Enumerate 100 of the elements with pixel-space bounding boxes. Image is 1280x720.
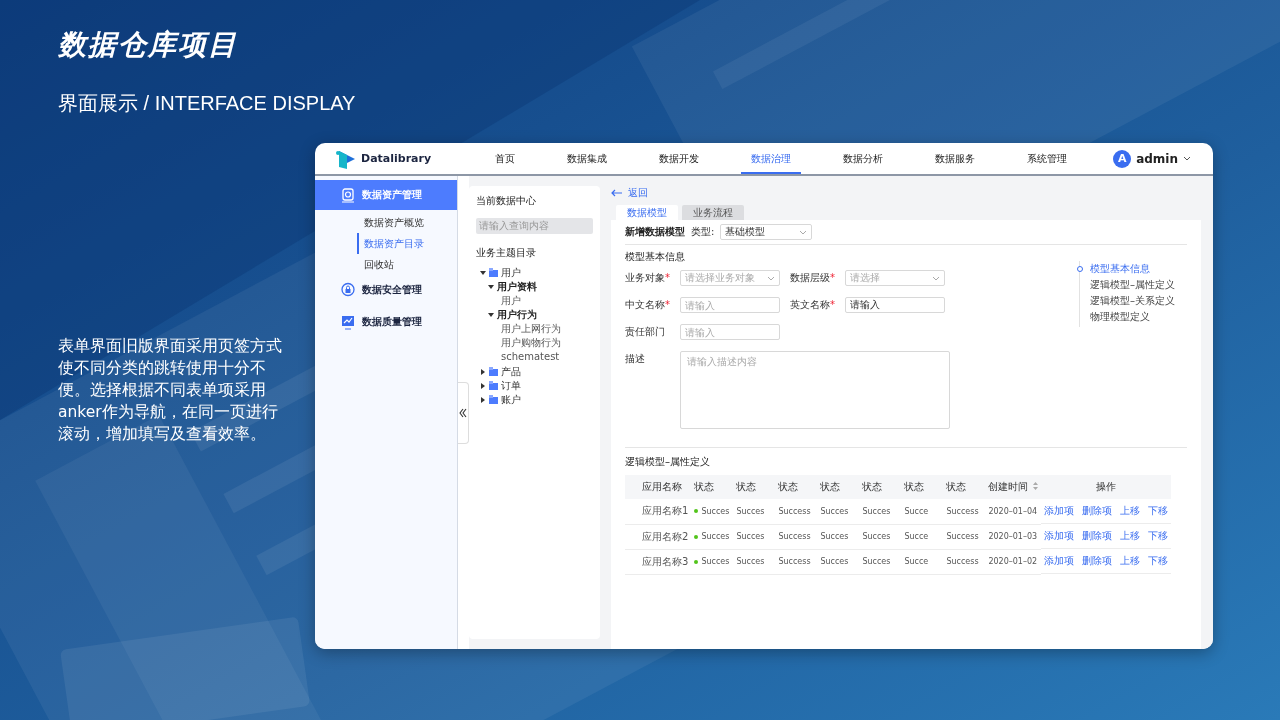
slide-subtitle: 界面展示 / INTERFACE DISPLAY	[58, 91, 356, 116]
sidebar-menu-item[interactable]: 数据资产管理	[315, 180, 457, 210]
nav-tab[interactable]: 数据集成	[557, 143, 617, 174]
sidebar-menu-item[interactable]: 数据安全管理	[315, 275, 457, 305]
column-header: 状态	[901, 475, 944, 499]
field-label: 描述	[625, 352, 646, 366]
table-cell: 2020–01–04	[985, 499, 1042, 524]
chevron-down-icon	[932, 275, 940, 281]
action-link[interactable]: 添加项	[1044, 504, 1075, 518]
table-cell: 应用名称3	[639, 549, 692, 574]
field-label: 中文名称*	[625, 298, 671, 312]
table-cell: Succes	[733, 499, 776, 524]
tree-node[interactable]: 用户	[480, 265, 593, 280]
folder-icon	[489, 381, 498, 390]
user-menu[interactable]: A admin	[1113, 149, 1191, 168]
action-link[interactable]: 添加项	[1044, 529, 1075, 543]
action-link[interactable]: 删除项	[1082, 529, 1113, 543]
anchor-link[interactable]: 物理模型定义	[1080, 311, 1187, 327]
action-link[interactable]: 添加项	[1044, 554, 1075, 568]
column-header: 操作	[1041, 475, 1172, 499]
sidebar-subitem[interactable]: 回收站	[315, 254, 457, 275]
table-cell: Success	[943, 499, 986, 524]
action-link[interactable]: 上移	[1120, 504, 1141, 518]
tree-node[interactable]: 用户上网行为	[496, 321, 593, 336]
table-cell: Succes	[733, 549, 776, 574]
input-field[interactable]: 请输入	[845, 297, 945, 313]
back-link[interactable]: 返回	[611, 186, 648, 200]
action-link[interactable]: 下移	[1148, 554, 1169, 568]
action-link[interactable]: 下移	[1148, 504, 1169, 518]
tree-node[interactable]: schematest	[496, 349, 593, 364]
section-title: 逻辑模型–属性定义	[625, 455, 711, 469]
anchor-link[interactable]: 模型基本信息	[1080, 263, 1187, 279]
table-cell: Succes	[691, 549, 734, 574]
table-cell: Succes	[859, 524, 902, 549]
tree-node[interactable]: 用户购物行为	[496, 335, 593, 350]
anchor-link[interactable]: 逻辑模型–属性定义	[1080, 279, 1187, 295]
tree-node[interactable]: 订单	[480, 378, 593, 393]
double-chevron-icon	[459, 408, 467, 418]
tree-node[interactable]: 用户资料	[488, 279, 593, 294]
section-title: 业务主题目录	[476, 245, 537, 260]
nav-tab[interactable]: 数据治理	[741, 143, 801, 174]
sidebar-menu-item[interactable]: 数据质量管理	[315, 307, 457, 337]
tree-node[interactable]: 用户	[496, 293, 593, 308]
chevron-down-icon	[767, 275, 775, 281]
action-link[interactable]: 删除项	[1082, 554, 1113, 568]
column-header: 状态	[943, 475, 986, 499]
section-title: 模型基本信息	[625, 250, 686, 264]
nav-tab[interactable]: 数据开发	[649, 143, 709, 174]
field-label: 数据层级*	[790, 271, 836, 285]
table-cell: Succes	[817, 499, 860, 524]
nav-tab[interactable]: 数据服务	[925, 143, 985, 174]
table-cell: 应用名称1	[639, 499, 692, 524]
field-label: 类型:	[691, 225, 715, 239]
tree-node[interactable]: 产品	[480, 364, 593, 379]
folder-icon	[489, 268, 498, 277]
table-cell: Succes	[691, 499, 734, 524]
folder-icon	[489, 395, 498, 404]
document-icon	[340, 187, 356, 203]
action-link[interactable]: 下移	[1148, 529, 1169, 543]
column-header: 状态	[859, 475, 902, 499]
search-field[interactable]: 请输入查询内容	[476, 217, 593, 234]
input-field[interactable]: 请输入	[680, 297, 780, 313]
nav-tab[interactable]: 数据分析	[833, 143, 893, 174]
form-title: 新增数据模型	[625, 225, 685, 239]
anchor-link[interactable]: 逻辑模型–关系定义	[1080, 295, 1187, 311]
column-header: 状态	[775, 475, 818, 499]
action-link[interactable]: 删除项	[1082, 504, 1113, 518]
table-cell: Success	[943, 524, 986, 549]
table-cell: Success	[775, 499, 818, 524]
input-field[interactable]: 请输入	[680, 324, 780, 340]
table-cell: 2020–01–03	[985, 524, 1042, 549]
action-link[interactable]: 上移	[1120, 554, 1141, 568]
nav-tab[interactable]: 系统管理	[1017, 143, 1077, 174]
type-select[interactable]: 基础模型	[720, 224, 813, 240]
table-cell: 2020–01–02	[985, 549, 1042, 574]
table-cell: Succes	[733, 524, 776, 549]
column-header: 状态	[817, 475, 860, 499]
nav-tab[interactable]: 首页	[485, 143, 525, 174]
avatar: A	[1113, 149, 1132, 168]
text-area[interactable]: 请输入描述内容	[680, 351, 950, 429]
tab[interactable]: 数据模型	[616, 205, 678, 220]
collapse-button[interactable]	[458, 382, 469, 444]
action-link[interactable]: 上移	[1120, 529, 1141, 543]
column-header: 创建时间	[985, 475, 1042, 499]
table-cell: Succes	[817, 524, 860, 549]
sidebar-subitem[interactable]: 数据资产概览	[315, 212, 457, 233]
description-text: 表单界面旧版界面采用页签方式使不同分类的跳转使用十分不便。选择根据不同表单项采用anker作为导航，在同一页进行滚动，增加填写及查看效率。	[58, 336, 282, 445]
column-header: 应用名称	[639, 475, 692, 499]
tab[interactable]: 业务流程	[682, 205, 744, 220]
tree-node[interactable]: 账户	[480, 392, 593, 407]
slide-title: 数据仓库项目	[58, 27, 238, 63]
table-cell: Success	[943, 549, 986, 574]
folder-icon	[489, 367, 498, 376]
table-cell: Succe	[901, 524, 944, 549]
tree-node[interactable]: 用户行为	[488, 307, 593, 322]
arrow-left-icon	[611, 189, 623, 197]
table-cell: Succes	[817, 549, 860, 574]
table-cell: Succe	[901, 549, 944, 574]
sidebar-subitem[interactable]: 数据资产目录	[315, 233, 457, 254]
anchor-dot	[1077, 266, 1083, 272]
